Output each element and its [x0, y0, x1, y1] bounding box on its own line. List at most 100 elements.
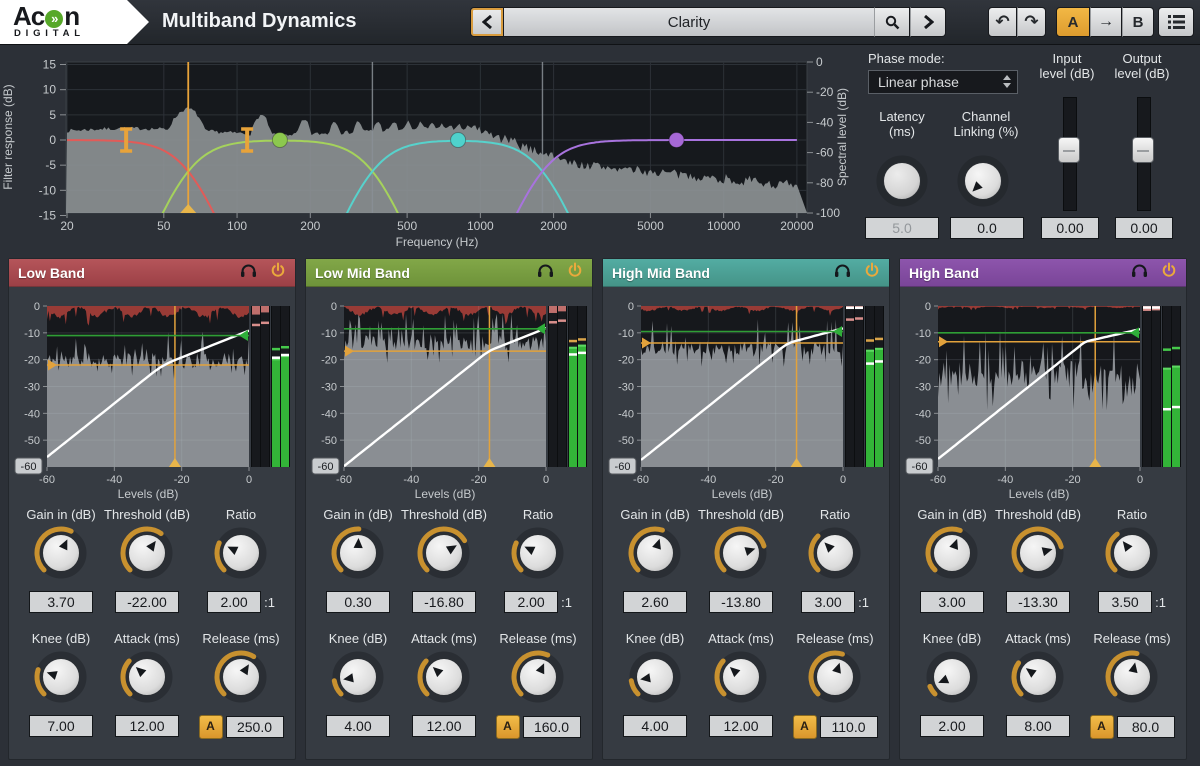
threshold-value[interactable]: -16.80 [412, 591, 476, 613]
release-value[interactable]: 160.0 [523, 716, 581, 738]
undo-button[interactable]: ↶ [988, 7, 1017, 37]
gain-in-value[interactable]: 3.00 [920, 591, 984, 613]
attack-knob[interactable] [119, 649, 175, 705]
attack-knob[interactable] [1010, 649, 1066, 705]
attack-value[interactable]: 8.00 [1006, 715, 1070, 737]
threshold-knob[interactable] [713, 525, 769, 581]
ratio-value[interactable]: 3.00 [801, 591, 855, 613]
latency-label: Latency (ms) [860, 109, 944, 139]
headphone-solo-icon[interactable] [537, 263, 554, 283]
attack-value[interactable]: 12.00 [115, 715, 179, 737]
band-panel: Low Band 0-10-20-30-40-50-60-40-200Level… [8, 258, 296, 760]
preset-search-button[interactable] [874, 7, 910, 37]
gain-in-knob[interactable] [33, 525, 89, 581]
threshold-value[interactable]: -13.80 [709, 591, 773, 613]
ratio-knob[interactable] [807, 525, 863, 581]
release-value[interactable]: 110.0 [820, 716, 878, 738]
slider-thumb[interactable] [1058, 137, 1080, 163]
svg-text:-20: -20 [768, 474, 784, 486]
ratio-value[interactable]: 2.00 [207, 591, 261, 613]
power-bypass-icon[interactable] [864, 262, 880, 283]
attack-value[interactable]: 12.00 [709, 715, 773, 737]
ratio-knob[interactable] [213, 525, 269, 581]
headphone-solo-icon[interactable] [834, 263, 851, 283]
headphone-solo-icon[interactable] [240, 263, 257, 283]
input-level-value[interactable]: 0.00 [1041, 217, 1099, 239]
gain-in-value[interactable]: 0.30 [326, 591, 390, 613]
output-level-value[interactable]: 0.00 [1115, 217, 1173, 239]
knee-knob[interactable] [330, 649, 386, 705]
preset-display[interactable]: Clarity [504, 7, 874, 37]
gain-in-knob[interactable] [330, 525, 386, 581]
brand-play-icon: » [45, 10, 63, 28]
ratio-value[interactable]: 2.00 [504, 591, 558, 613]
band-level-display[interactable]: 0-10-20-30-40-50-60-40-200Levels (dB)-60 [310, 295, 590, 505]
gain-in-knob[interactable] [924, 525, 980, 581]
knee-value[interactable]: 2.00 [920, 715, 984, 737]
ratio-knob[interactable] [510, 525, 566, 581]
output-level-slider[interactable] [1137, 97, 1151, 211]
ab-b-button[interactable]: B [1122, 7, 1154, 37]
ab-a-button[interactable]: A [1056, 7, 1090, 37]
band-level-display[interactable]: 0-10-20-30-40-50-60-40-200Levels (dB)-60 [607, 295, 887, 505]
gain-in-value[interactable]: 3.70 [29, 591, 93, 613]
preset-prev-button[interactable] [470, 7, 504, 37]
knee-knob[interactable] [33, 649, 89, 705]
ratio-suffix: :1 [1155, 595, 1166, 610]
knee-knob[interactable] [627, 649, 683, 705]
ratio-knob[interactable] [1104, 525, 1160, 581]
crossover-spectrum-chart[interactable]: 151050-5-10-150-20-40-60-80-100205010020… [0, 45, 858, 257]
svg-text:-40: -40 [403, 474, 419, 486]
power-bypass-icon[interactable] [567, 262, 583, 283]
preset-next-button[interactable] [910, 7, 946, 37]
knee-value[interactable]: 4.00 [623, 715, 687, 737]
auto-release-button[interactable]: A [1090, 715, 1114, 739]
knee-value[interactable]: 7.00 [29, 715, 93, 737]
headphone-solo-icon[interactable] [1131, 263, 1148, 283]
release-knob[interactable] [213, 649, 269, 705]
channel-linking-label: Channel Linking (%) [938, 109, 1034, 139]
knee-value[interactable]: 4.00 [326, 715, 390, 737]
release-knob[interactable] [807, 649, 863, 705]
band-panels: Low Band 0-10-20-30-40-50-60-40-200Level… [0, 258, 1200, 766]
release-knob[interactable] [1104, 649, 1160, 705]
attack-knob[interactable] [713, 649, 769, 705]
gain-in-knob[interactable] [627, 525, 683, 581]
power-bypass-icon[interactable] [270, 262, 286, 283]
global-controls-panel: Phase mode: Linear phase Latency (ms) Ch… [855, 45, 1200, 257]
threshold-knob[interactable] [1010, 525, 1066, 581]
ab-copy-button[interactable]: → [1090, 7, 1122, 37]
spinner-arrows-icon[interactable] [1003, 75, 1011, 88]
slider-thumb[interactable] [1132, 137, 1154, 163]
threshold-knob[interactable] [119, 525, 175, 581]
auto-release-button[interactable]: A [199, 715, 223, 739]
auto-release-button[interactable]: A [793, 715, 817, 739]
svg-text:-40: -40 [24, 408, 40, 420]
auto-release-button[interactable]: A [496, 715, 520, 739]
redo-button[interactable]: ↷ [1017, 7, 1046, 37]
gain-in-value[interactable]: 2.60 [623, 591, 687, 613]
release-label: Release (ms) [779, 631, 891, 646]
release-value[interactable]: 80.0 [1117, 716, 1175, 738]
band-level-display[interactable]: 0-10-20-30-40-50-60-40-200Levels (dB)-60 [904, 295, 1184, 505]
release-label: Release (ms) [1076, 631, 1188, 646]
knee-knob[interactable] [924, 649, 980, 705]
threshold-knob[interactable] [416, 525, 472, 581]
svg-text:5000: 5000 [637, 219, 664, 233]
release-knob[interactable] [510, 649, 566, 705]
threshold-value[interactable]: -13.30 [1006, 591, 1070, 613]
input-level-slider[interactable] [1063, 97, 1077, 211]
channel-linking-value[interactable]: 0.0 [950, 217, 1024, 239]
threshold-value[interactable]: -22.00 [115, 591, 179, 613]
ratio-value[interactable]: 3.50 [1098, 591, 1152, 613]
power-bypass-icon[interactable] [1161, 262, 1177, 283]
menu-button[interactable] [1158, 7, 1194, 37]
release-value[interactable]: 250.0 [226, 716, 284, 738]
attack-value[interactable]: 12.00 [412, 715, 476, 737]
band-title: High Mid Band [612, 265, 834, 281]
band-level-display[interactable]: 0-10-20-30-40-50-60-40-200Levels (dB)-60 [13, 295, 293, 505]
channel-linking-knob[interactable] [955, 153, 1011, 209]
attack-knob[interactable] [416, 649, 472, 705]
phase-mode-select[interactable]: Linear phase [868, 70, 1018, 94]
svg-text:Spectral level (dB): Spectral level (dB) [835, 88, 849, 186]
